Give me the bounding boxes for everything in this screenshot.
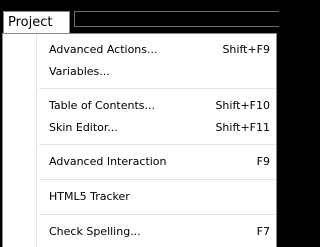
menu-item-variables[interactable]: Variables... bbox=[37, 61, 273, 83]
menu-separator bbox=[39, 144, 275, 145]
menu-separator bbox=[39, 179, 275, 180]
menu-item-label: Advanced Actions... bbox=[49, 43, 158, 56]
menu-item-advanced-actions[interactable]: Advanced Actions... Shift+F9 bbox=[37, 39, 273, 61]
project-dropdown-menu: Advanced Actions... Shift+F9 Variables..… bbox=[2, 33, 277, 247]
menu-item-check-spelling[interactable]: Check Spelling... F7 bbox=[37, 221, 273, 243]
menu-item-html5-tracker[interactable]: HTML5 Tracker bbox=[37, 186, 273, 208]
app-window: Project Advanced Actions... Shift+F9 Var… bbox=[0, 0, 279, 247]
menu-item-shortcut: Shift+F10 bbox=[215, 99, 270, 112]
menu-separator bbox=[39, 214, 275, 215]
menu-separator bbox=[39, 88, 275, 89]
menu-item-label: Check Spelling... bbox=[49, 225, 141, 238]
menu-item-label: Advanced Interaction bbox=[49, 155, 167, 168]
menu-item-label: HTML5 Tracker bbox=[49, 190, 130, 203]
menu-item-shortcut: Shift+F9 bbox=[222, 43, 270, 56]
menu-item-shortcut: F9 bbox=[256, 155, 270, 168]
menu-item-skin-editor[interactable]: Skin Editor... Shift+F11 bbox=[37, 117, 273, 139]
menu-icon-column bbox=[3, 34, 37, 247]
menu-item-table-of-contents[interactable]: Table of Contents... Shift+F10 bbox=[37, 95, 273, 117]
menu-bar-strip bbox=[74, 11, 279, 27]
menu-item-shortcut: Shift+F11 bbox=[215, 121, 270, 134]
menu-item-label: Skin Editor... bbox=[49, 121, 118, 134]
menu-item-shortcut: F7 bbox=[256, 225, 270, 238]
project-menu-label: Project bbox=[8, 15, 53, 30]
menu-item-label: Variables... bbox=[49, 65, 110, 78]
menu-item-label: Table of Contents... bbox=[49, 99, 156, 112]
menu-bar: Project bbox=[0, 0, 279, 34]
menu-item-advanced-interaction[interactable]: Advanced Interaction F9 bbox=[37, 151, 273, 173]
project-menu[interactable]: Project bbox=[3, 11, 70, 34]
